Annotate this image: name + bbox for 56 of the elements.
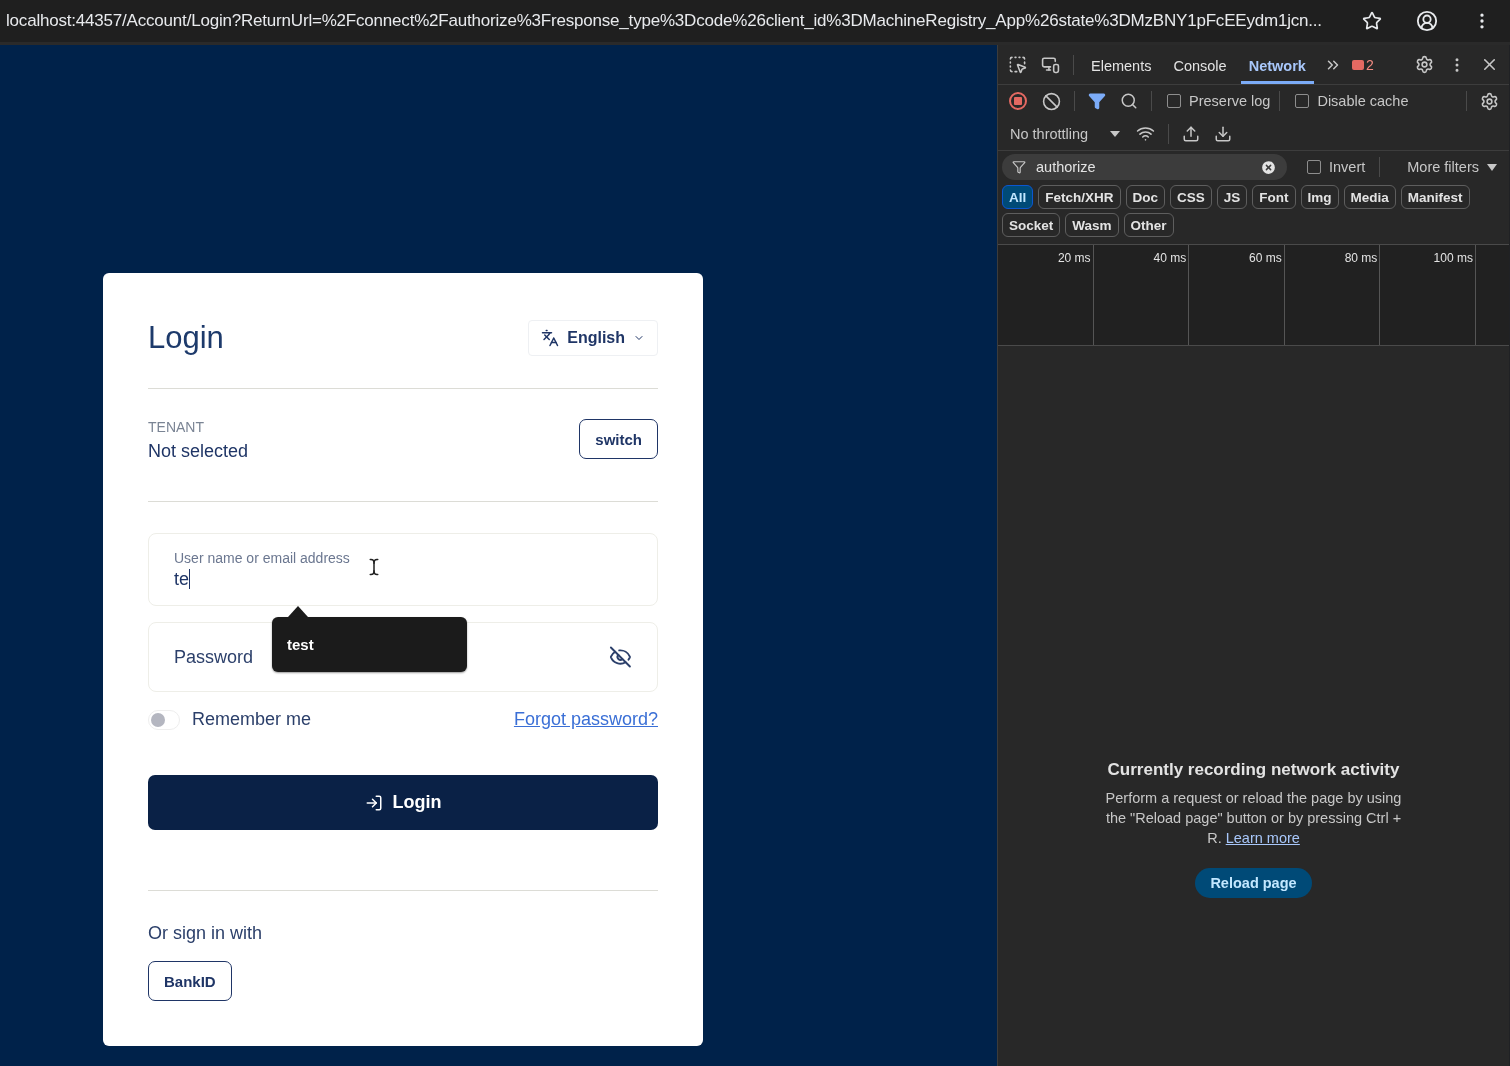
learn-more-link[interactable]: Learn more [1225,830,1300,846]
timeline-tick: 40 ms [1153,251,1187,265]
caret-icon [1110,130,1121,137]
tenant-label: TENANT [148,419,205,435]
filter-input[interactable]: authorize [1034,158,1252,176]
type-filter-chip[interactable]: Other [1123,213,1174,237]
reload-page-button[interactable]: Reload page [1195,868,1312,898]
type-filter-chip[interactable]: Font [1252,185,1296,209]
forgot-password-link[interactable]: Forgot password? [513,709,658,730]
timeline-tick: 20 ms [1057,251,1091,265]
alt-sign-in-heading: Or sign in with [148,923,264,944]
type-filter-chip[interactable]: Fetch/XHR [1038,185,1121,209]
eye-off-icon[interactable] [609,645,632,669]
caret-icon [1487,163,1497,171]
login-button[interactable]: Login [148,775,658,830]
preserve-log-checkbox[interactable] [1167,94,1181,108]
timeline-tick: 80 ms [1344,251,1378,265]
invert-label: Invert [1329,159,1366,175]
error-badge[interactable]: 2 [1351,56,1374,73]
filter-field[interactable]: authorize [1002,154,1287,180]
type-filter-chip[interactable]: Doc [1125,185,1166,209]
remember-toggle[interactable] [148,709,180,730]
login-title: Login [148,320,224,356]
timeline-tick: 100 ms [1433,251,1473,265]
username-field[interactable]: User name or email address te [148,533,658,606]
throttling-dropdown[interactable]: No throttling [1004,125,1127,142]
clear-icon[interactable] [1260,158,1277,176]
devtools-tab[interactable]: Console [1165,45,1235,84]
preserve-log-label: Preserve log [1189,93,1271,109]
remember-label: Remember me [192,709,312,730]
tenant-value: Not selected [148,441,249,462]
type-filter-chip[interactable]: Wasm [1065,213,1119,237]
filter-icon [1012,160,1026,174]
type-filter-chip[interactable]: Img [1300,185,1339,209]
invert-checkbox[interactable] [1307,160,1321,174]
type-filter-chip[interactable]: Manifest [1400,185,1470,209]
disable-cache-checkbox[interactable] [1295,94,1310,108]
empty-state-text: Perform a request or reload the page by using the "Reload page" button or by pressing Ctrl + R. Learn more [1104,789,1403,848]
provider-button[interactable]: BankID [148,961,232,1001]
language-dropdown[interactable]: English [528,320,658,356]
devtools-tab[interactable]: Network [1240,45,1314,84]
login-icon [364,793,383,812]
type-filter-chip[interactable]: Socket [1002,213,1061,237]
more-filters-dropdown[interactable]: More filters [1401,158,1503,176]
empty-state-title: Currently recording network activity [1107,760,1400,780]
type-filter-chip[interactable]: CSS [1170,185,1212,209]
type-filter-chip[interactable]: All [1002,185,1034,209]
field-label: User name or email address [174,549,351,566]
timeline-tick: 60 ms [1249,251,1282,265]
devtools-tab[interactable]: Elements [1083,45,1160,84]
type-filter-chip[interactable]: JS [1216,185,1248,209]
switch-button[interactable]: switch [579,419,658,459]
type-filter-chip[interactable]: Media [1343,185,1396,209]
tooltip-arrow [288,606,308,617]
translate-icon [541,329,560,347]
disable-cache-label: Disable cache [1317,93,1409,109]
